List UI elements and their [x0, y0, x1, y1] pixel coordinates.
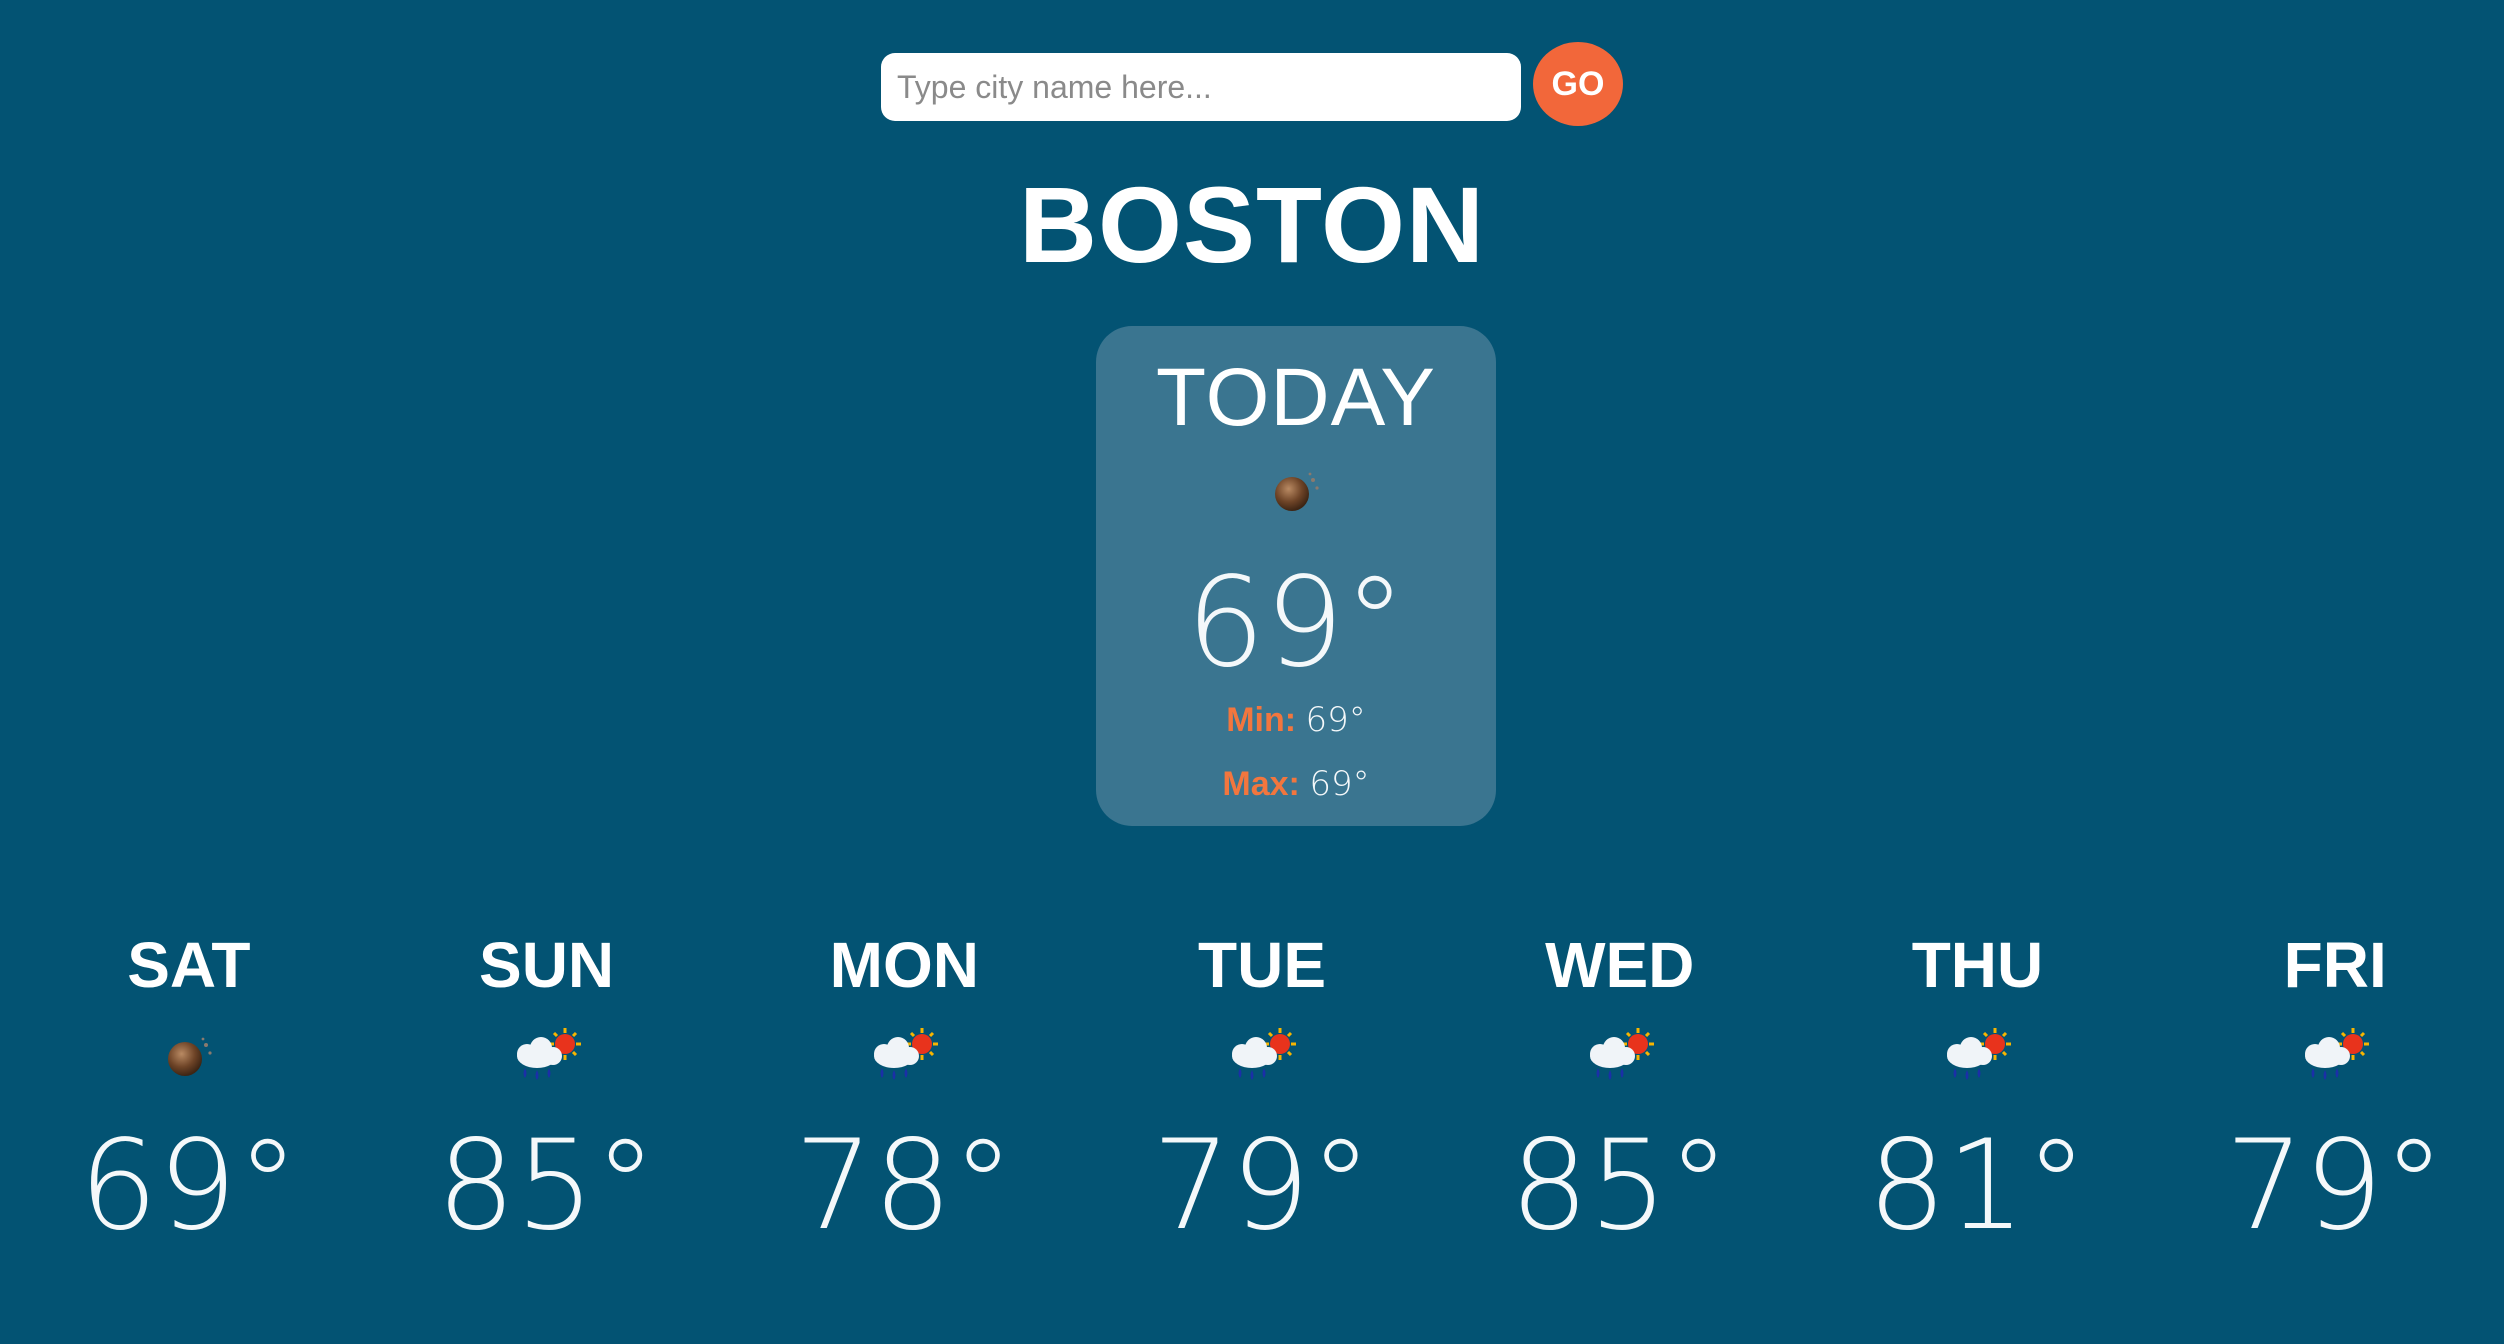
day-name: MON	[829, 929, 979, 1001]
day-name: SAT	[127, 929, 251, 1001]
today-label: TODAY	[1156, 352, 1436, 443]
search-bar: GO	[0, 42, 2504, 126]
forecast-day: SUN 85°	[378, 930, 716, 1256]
city-name: BOSTON	[1018, 164, 1486, 285]
day-weather-icon-holder	[735, 1026, 1073, 1086]
day-temperature: 78°	[794, 1114, 1015, 1258]
forecast-row: SAT 69° SUN 85° MON 78° TUE 79° WED 85° …	[0, 930, 2504, 1256]
go-button[interactable]: GO	[1533, 42, 1623, 126]
day-temperature: 81°	[1867, 1114, 2088, 1258]
forecast-day: SAT 69°	[20, 930, 358, 1256]
day-name: WED	[1545, 929, 1695, 1001]
day-temperature: 79°	[2225, 1114, 2446, 1258]
today-temperature: 69°	[1186, 551, 1406, 695]
city-search-input[interactable]	[881, 53, 1521, 121]
day-temperature: 69°	[78, 1114, 299, 1258]
forecast-day: THU 81°	[1809, 930, 2147, 1256]
day-name: SUN	[479, 929, 615, 1001]
day-temperature: 85°	[1509, 1114, 1730, 1258]
moon-icon	[167, 1037, 212, 1076]
rain-sun-cloud-icon	[1232, 1028, 1297, 1080]
today-weather-icon-holder	[1096, 464, 1496, 518]
today-min-row: Min: 69°	[1096, 688, 1496, 752]
day-name: FRI	[2283, 929, 2387, 1001]
rain-sun-cloud-icon	[874, 1028, 939, 1080]
rain-sun-cloud-icon	[516, 1028, 581, 1080]
rain-sun-cloud-icon	[1589, 1028, 1654, 1080]
day-temperature: 85°	[436, 1114, 657, 1258]
forecast-day: FRI 79°	[2166, 930, 2504, 1256]
day-weather-icon-holder	[20, 1026, 358, 1086]
day-weather-icon-holder	[1093, 1026, 1431, 1086]
rain-sun-cloud-icon	[1947, 1028, 2012, 1080]
day-weather-icon-holder	[378, 1026, 716, 1086]
min-value: 69°	[1305, 700, 1366, 740]
max-value: 69°	[1309, 764, 1370, 804]
today-card: TODAY 69° Min: 69° Max: 69°	[1096, 326, 1496, 826]
today-max-row: Max: 69°	[1096, 752, 1496, 816]
day-name: THU	[1911, 929, 2044, 1001]
day-weather-icon-holder	[2166, 1026, 2504, 1086]
moon-icon	[1275, 472, 1319, 511]
day-weather-icon-holder	[1451, 1026, 1789, 1086]
day-name: TUE	[1198, 929, 1327, 1001]
forecast-day: TUE 79°	[1093, 930, 1431, 1256]
day-temperature: 79°	[1152, 1114, 1372, 1258]
forecast-day: WED 85°	[1451, 930, 1789, 1256]
max-label: Max:	[1222, 765, 1300, 803]
rain-sun-cloud-icon	[2305, 1028, 2370, 1080]
forecast-day: MON 78°	[735, 930, 1073, 1256]
min-label: Min:	[1226, 701, 1297, 739]
day-weather-icon-holder	[1809, 1026, 2147, 1086]
